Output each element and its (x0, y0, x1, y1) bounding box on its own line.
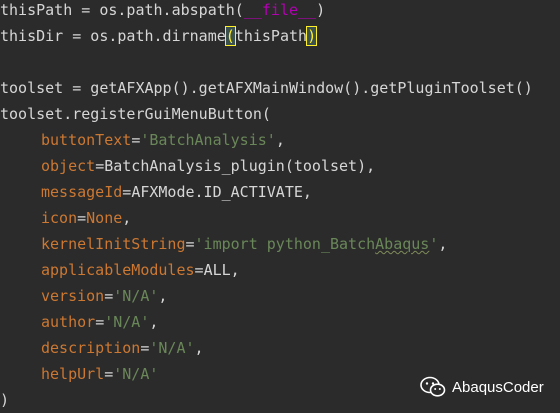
arg-name: icon (41, 209, 78, 227)
arg-name: author (41, 313, 96, 331)
equals: = (131, 131, 141, 149)
arg-name: kernelInitString (41, 235, 186, 253)
equals: = (185, 235, 195, 253)
code-editor[interactable]: thisPath = os.path.abspath(__file__) thi… (0, 0, 560, 413)
code-line-4: toolset = getAFXApp().getAFXMainWindow()… (0, 75, 533, 101)
arg-value: AFXMode.ID_ACTIVATE (131, 183, 303, 201)
arg-name: object (41, 157, 96, 175)
equals: = (104, 287, 114, 305)
arg-line-helpUrl: helpUrl='N/A' (41, 361, 158, 387)
matched-bracket-close: ) (306, 26, 318, 46)
arg-value: ALL (203, 261, 231, 279)
equals: = (77, 209, 87, 227)
dunder-token: __file__ (243, 1, 317, 19)
code-line-2: thisDir = os.path.dirname(thisPath) (0, 23, 318, 49)
code-text: thisPath = os.path.abspath( (0, 1, 244, 19)
arg-line-description: description='N/A', (41, 335, 204, 361)
arg-value: 'BatchAnalysis' (140, 131, 276, 149)
arg-value: 'N/A' (113, 365, 159, 383)
code-text: thisPath (234, 27, 308, 45)
code-text: toolset.registerGuiMenuButton( (0, 105, 271, 123)
code-text: toolset = getAFXApp().getAFXMainWindow()… (0, 79, 533, 97)
arg-value: 'N/A' (104, 313, 150, 331)
code-line-close: ) (0, 387, 9, 413)
code-text: thisDir = os.path.dirname (0, 27, 226, 45)
arg-line-messageId: messageId=AFXMode.ID_ACTIVATE, (41, 179, 312, 205)
arg-name: version (41, 287, 105, 305)
arg-value: 'N/A' (149, 339, 195, 357)
arg-line-buttonText: buttonText='BatchAnalysis', (41, 127, 285, 153)
code-line-1: thisPath = os.path.abspath(__file__) (0, 0, 325, 23)
spellcheck-word: Abaqus (375, 235, 430, 253)
arg-value: BatchAnalysis_plugin(toolset) (104, 157, 367, 175)
wechat-icon (420, 376, 446, 397)
arg-value: 'import python_Batch (194, 235, 376, 253)
arg-line-icon: icon=None, (41, 205, 131, 231)
watermark-label: AbaqusCoder (452, 378, 544, 396)
watermark: AbaqusCoder (420, 374, 544, 400)
arg-line-object: object=BatchAnalysis_plugin(toolset), (41, 153, 375, 179)
arg-value: None (86, 209, 123, 227)
code-text: ) (316, 1, 326, 19)
equals: = (95, 313, 105, 331)
comma: , (149, 313, 159, 331)
matched-bracket-open: ( (224, 26, 236, 46)
comma: , (302, 183, 312, 201)
arg-line-author: author='N/A', (41, 309, 158, 335)
comma: , (438, 235, 448, 253)
arg-name: description (41, 339, 141, 357)
arg-line-kernelInitString: kernelInitString='import python_BatchAba… (41, 231, 447, 257)
comma: , (122, 209, 132, 227)
arg-name: applicableModules (41, 261, 195, 279)
comma: , (275, 131, 285, 149)
arg-line-version: version='N/A', (41, 283, 167, 309)
arg-name: helpUrl (41, 365, 105, 383)
comma: , (158, 287, 168, 305)
equals: = (95, 157, 105, 175)
equals: = (194, 261, 204, 279)
arg-value: 'N/A' (113, 287, 159, 305)
code-line-5: toolset.registerGuiMenuButton( (0, 101, 271, 127)
comma: , (194, 339, 204, 357)
equals: = (104, 365, 114, 383)
arg-line-applicableModules: applicableModules=ALL, (41, 257, 240, 283)
equals: = (122, 183, 132, 201)
arg-name: buttonText (41, 131, 132, 149)
arg-name: messageId (41, 183, 123, 201)
comma: , (230, 261, 240, 279)
closing-paren: ) (0, 391, 10, 409)
comma: , (366, 157, 376, 175)
